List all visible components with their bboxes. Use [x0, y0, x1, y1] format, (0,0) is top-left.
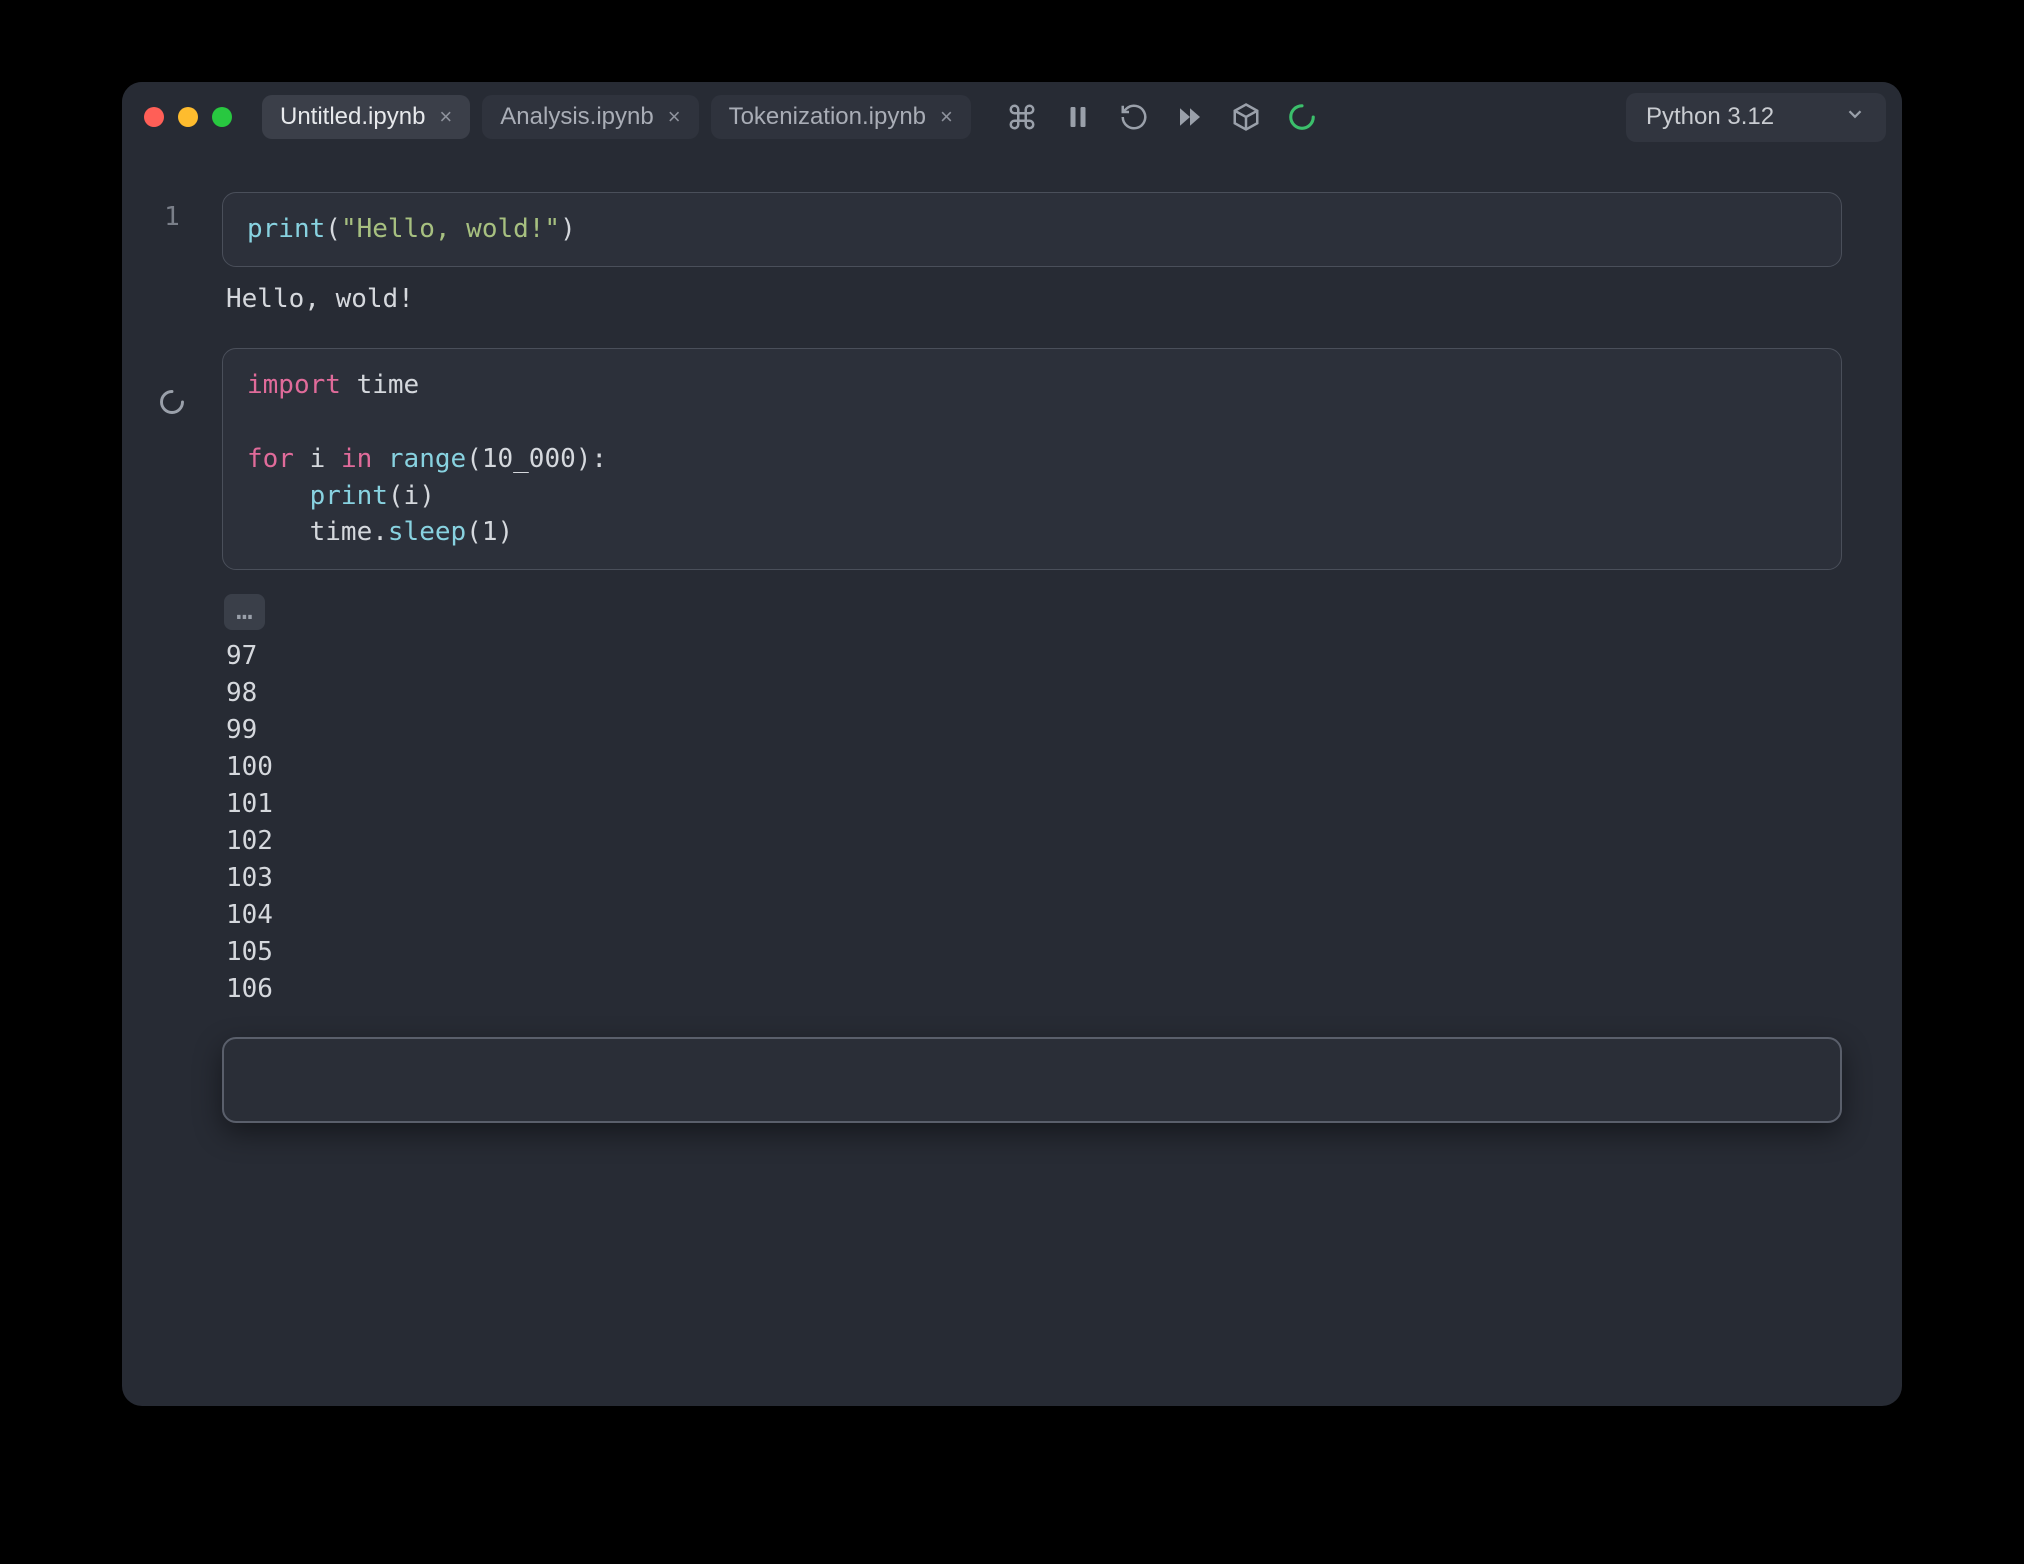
- cell-output: … 97 98 99 100 101 102 103 104 105 106: [224, 584, 1842, 1007]
- exec-count: 1: [122, 202, 222, 232]
- gutter: 1: [122, 152, 222, 1406]
- tab-label: Untitled.ipynb: [280, 103, 425, 131]
- code-cell[interactable]: import time for i in range(10_000): prin…: [222, 348, 1842, 571]
- chevron-down-icon: [1844, 103, 1866, 132]
- run-all-icon[interactable]: [1175, 102, 1205, 132]
- tab-bar: Untitled.ipynb × Analysis.ipynb × Tokeni…: [262, 95, 971, 139]
- output-truncated-marker[interactable]: …: [224, 594, 265, 630]
- tab-analysis[interactable]: Analysis.ipynb ×: [482, 95, 698, 139]
- tab-label: Analysis.ipynb: [500, 103, 653, 131]
- tab-untitled[interactable]: Untitled.ipynb ×: [262, 95, 470, 139]
- restart-icon[interactable]: [1119, 102, 1149, 132]
- toolbar: [1007, 102, 1317, 132]
- kernel-selector[interactable]: Python 3.12: [1626, 93, 1886, 142]
- close-icon[interactable]: ×: [439, 106, 452, 128]
- package-icon[interactable]: [1231, 102, 1261, 132]
- kernel-label: Python 3.12: [1646, 103, 1774, 131]
- minimize-window-button[interactable]: [178, 107, 198, 127]
- close-icon[interactable]: ×: [668, 106, 681, 128]
- notebook-body: 1 print("Hello, wold!") Hello, wold! imp…: [122, 152, 1902, 1406]
- code-content[interactable]: print("Hello, wold!"): [247, 211, 1817, 248]
- fullscreen-window-button[interactable]: [212, 107, 232, 127]
- code-cell[interactable]: print("Hello, wold!"): [222, 192, 1842, 267]
- cell-running-spinner-icon: [122, 388, 222, 416]
- cell-output: Hello, wold!: [224, 281, 1842, 318]
- kernel-status-spinner-icon: [1287, 102, 1317, 132]
- cells-container: print("Hello, wold!") Hello, wold! impor…: [222, 192, 1842, 1123]
- window-controls: [144, 107, 232, 127]
- close-window-button[interactable]: [144, 107, 164, 127]
- tab-tokenization[interactable]: Tokenization.ipynb ×: [711, 95, 971, 139]
- close-icon[interactable]: ×: [940, 106, 953, 128]
- titlebar: Untitled.ipynb × Analysis.ipynb × Tokeni…: [122, 82, 1902, 152]
- editor-window: Untitled.ipynb × Analysis.ipynb × Tokeni…: [122, 82, 1902, 1406]
- tab-label: Tokenization.ipynb: [729, 103, 926, 131]
- empty-code-cell[interactable]: [222, 1037, 1842, 1123]
- command-palette-icon[interactable]: [1007, 102, 1037, 132]
- code-content[interactable]: import time for i in range(10_000): prin…: [247, 367, 1817, 552]
- output-text: Hello, wold!: [226, 281, 1842, 318]
- pause-icon[interactable]: [1063, 102, 1093, 132]
- output-text: 97 98 99 100 101 102 103 104 105 106: [226, 638, 1842, 1007]
